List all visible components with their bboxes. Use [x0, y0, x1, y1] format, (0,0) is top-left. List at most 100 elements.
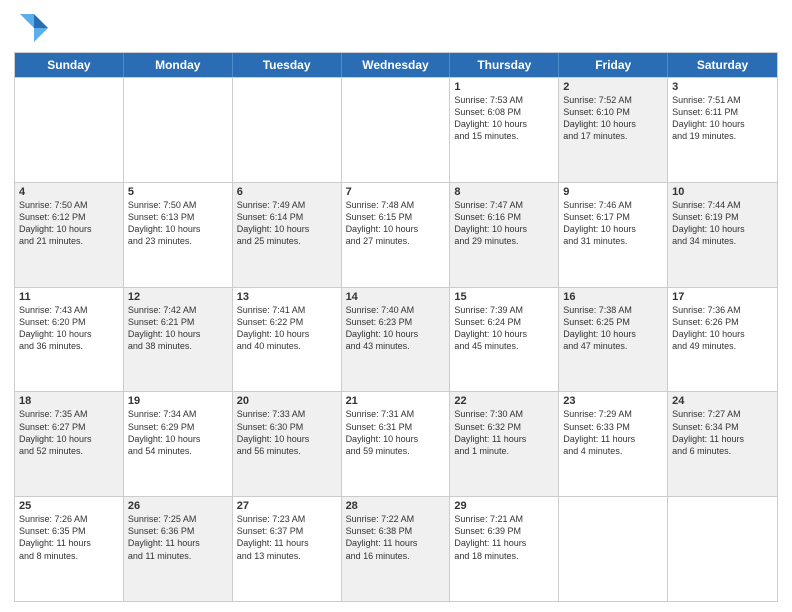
cell-text: Sunrise: 7:49 AM Sunset: 6:14 PM Dayligh…: [237, 199, 337, 248]
calendar-header-day: Saturday: [668, 53, 777, 77]
calendar-cell: [233, 78, 342, 182]
day-number: 14: [346, 291, 446, 303]
calendar-cell: 17Sunrise: 7:36 AM Sunset: 6:26 PM Dayli…: [668, 288, 777, 392]
cell-text: Sunrise: 7:50 AM Sunset: 6:12 PM Dayligh…: [19, 199, 119, 248]
day-number: 21: [346, 395, 446, 407]
cell-text: Sunrise: 7:38 AM Sunset: 6:25 PM Dayligh…: [563, 304, 663, 353]
day-number: 29: [454, 500, 554, 512]
cell-text: Sunrise: 7:29 AM Sunset: 6:33 PM Dayligh…: [563, 408, 663, 457]
calendar-cell: 9Sunrise: 7:46 AM Sunset: 6:17 PM Daylig…: [559, 183, 668, 287]
calendar-cell: [559, 497, 668, 601]
calendar-cell: 16Sunrise: 7:38 AM Sunset: 6:25 PM Dayli…: [559, 288, 668, 392]
day-number: 27: [237, 500, 337, 512]
day-number: 26: [128, 500, 228, 512]
calendar-cell: 1Sunrise: 7:53 AM Sunset: 6:08 PM Daylig…: [450, 78, 559, 182]
calendar-cell: 18Sunrise: 7:35 AM Sunset: 6:27 PM Dayli…: [15, 392, 124, 496]
calendar-cell: 4Sunrise: 7:50 AM Sunset: 6:12 PM Daylig…: [15, 183, 124, 287]
calendar-header-day: Wednesday: [342, 53, 451, 77]
calendar-cell: 25Sunrise: 7:26 AM Sunset: 6:35 PM Dayli…: [15, 497, 124, 601]
cell-text: Sunrise: 7:46 AM Sunset: 6:17 PM Dayligh…: [563, 199, 663, 248]
calendar-row: 11Sunrise: 7:43 AM Sunset: 6:20 PM Dayli…: [15, 287, 777, 392]
cell-text: Sunrise: 7:44 AM Sunset: 6:19 PM Dayligh…: [672, 199, 773, 248]
logo: [14, 10, 54, 46]
calendar-cell: 7Sunrise: 7:48 AM Sunset: 6:15 PM Daylig…: [342, 183, 451, 287]
day-number: 7: [346, 186, 446, 198]
cell-text: Sunrise: 7:39 AM Sunset: 6:24 PM Dayligh…: [454, 304, 554, 353]
day-number: 1: [454, 81, 554, 93]
day-number: 23: [563, 395, 663, 407]
calendar-header-day: Friday: [559, 53, 668, 77]
calendar-cell: 28Sunrise: 7:22 AM Sunset: 6:38 PM Dayli…: [342, 497, 451, 601]
cell-text: Sunrise: 7:43 AM Sunset: 6:20 PM Dayligh…: [19, 304, 119, 353]
calendar-row: 1Sunrise: 7:53 AM Sunset: 6:08 PM Daylig…: [15, 77, 777, 182]
cell-text: Sunrise: 7:51 AM Sunset: 6:11 PM Dayligh…: [672, 94, 773, 143]
calendar-header-day: Thursday: [450, 53, 559, 77]
calendar-cell: 3Sunrise: 7:51 AM Sunset: 6:11 PM Daylig…: [668, 78, 777, 182]
calendar-cell: 5Sunrise: 7:50 AM Sunset: 6:13 PM Daylig…: [124, 183, 233, 287]
day-number: 2: [563, 81, 663, 93]
cell-text: Sunrise: 7:36 AM Sunset: 6:26 PM Dayligh…: [672, 304, 773, 353]
cell-text: Sunrise: 7:23 AM Sunset: 6:37 PM Dayligh…: [237, 513, 337, 562]
logo-icon: [14, 10, 50, 46]
calendar-header-day: Tuesday: [233, 53, 342, 77]
calendar-cell: [15, 78, 124, 182]
cell-text: Sunrise: 7:27 AM Sunset: 6:34 PM Dayligh…: [672, 408, 773, 457]
calendar-cell: [124, 78, 233, 182]
cell-text: Sunrise: 7:34 AM Sunset: 6:29 PM Dayligh…: [128, 408, 228, 457]
calendar-cell: [668, 497, 777, 601]
calendar-row: 25Sunrise: 7:26 AM Sunset: 6:35 PM Dayli…: [15, 496, 777, 601]
calendar-cell: 10Sunrise: 7:44 AM Sunset: 6:19 PM Dayli…: [668, 183, 777, 287]
cell-text: Sunrise: 7:52 AM Sunset: 6:10 PM Dayligh…: [563, 94, 663, 143]
day-number: 13: [237, 291, 337, 303]
day-number: 25: [19, 500, 119, 512]
day-number: 19: [128, 395, 228, 407]
calendar: SundayMondayTuesdayWednesdayThursdayFrid…: [14, 52, 778, 602]
calendar-header-day: Sunday: [15, 53, 124, 77]
day-number: 28: [346, 500, 446, 512]
calendar-cell: 12Sunrise: 7:42 AM Sunset: 6:21 PM Dayli…: [124, 288, 233, 392]
cell-text: Sunrise: 7:50 AM Sunset: 6:13 PM Dayligh…: [128, 199, 228, 248]
day-number: 11: [19, 291, 119, 303]
calendar-cell: 14Sunrise: 7:40 AM Sunset: 6:23 PM Dayli…: [342, 288, 451, 392]
cell-text: Sunrise: 7:30 AM Sunset: 6:32 PM Dayligh…: [454, 408, 554, 457]
calendar-cell: 8Sunrise: 7:47 AM Sunset: 6:16 PM Daylig…: [450, 183, 559, 287]
cell-text: Sunrise: 7:25 AM Sunset: 6:36 PM Dayligh…: [128, 513, 228, 562]
calendar-body: 1Sunrise: 7:53 AM Sunset: 6:08 PM Daylig…: [15, 77, 777, 601]
calendar-cell: 2Sunrise: 7:52 AM Sunset: 6:10 PM Daylig…: [559, 78, 668, 182]
cell-text: Sunrise: 7:48 AM Sunset: 6:15 PM Dayligh…: [346, 199, 446, 248]
calendar-cell: 27Sunrise: 7:23 AM Sunset: 6:37 PM Dayli…: [233, 497, 342, 601]
calendar-cell: 21Sunrise: 7:31 AM Sunset: 6:31 PM Dayli…: [342, 392, 451, 496]
calendar-cell: 22Sunrise: 7:30 AM Sunset: 6:32 PM Dayli…: [450, 392, 559, 496]
calendar-cell: 13Sunrise: 7:41 AM Sunset: 6:22 PM Dayli…: [233, 288, 342, 392]
calendar-cell: 23Sunrise: 7:29 AM Sunset: 6:33 PM Dayli…: [559, 392, 668, 496]
day-number: 16: [563, 291, 663, 303]
day-number: 24: [672, 395, 773, 407]
calendar-cell: 11Sunrise: 7:43 AM Sunset: 6:20 PM Dayli…: [15, 288, 124, 392]
day-number: 3: [672, 81, 773, 93]
day-number: 10: [672, 186, 773, 198]
cell-text: Sunrise: 7:42 AM Sunset: 6:21 PM Dayligh…: [128, 304, 228, 353]
cell-text: Sunrise: 7:35 AM Sunset: 6:27 PM Dayligh…: [19, 408, 119, 457]
cell-text: Sunrise: 7:41 AM Sunset: 6:22 PM Dayligh…: [237, 304, 337, 353]
day-number: 9: [563, 186, 663, 198]
day-number: 6: [237, 186, 337, 198]
cell-text: Sunrise: 7:40 AM Sunset: 6:23 PM Dayligh…: [346, 304, 446, 353]
header: [14, 10, 778, 46]
page: SundayMondayTuesdayWednesdayThursdayFrid…: [0, 0, 792, 612]
calendar-cell: 19Sunrise: 7:34 AM Sunset: 6:29 PM Dayli…: [124, 392, 233, 496]
cell-text: Sunrise: 7:33 AM Sunset: 6:30 PM Dayligh…: [237, 408, 337, 457]
day-number: 18: [19, 395, 119, 407]
day-number: 4: [19, 186, 119, 198]
day-number: 17: [672, 291, 773, 303]
day-number: 5: [128, 186, 228, 198]
calendar-header: SundayMondayTuesdayWednesdayThursdayFrid…: [15, 53, 777, 77]
calendar-cell: 15Sunrise: 7:39 AM Sunset: 6:24 PM Dayli…: [450, 288, 559, 392]
calendar-row: 18Sunrise: 7:35 AM Sunset: 6:27 PM Dayli…: [15, 391, 777, 496]
calendar-cell: 24Sunrise: 7:27 AM Sunset: 6:34 PM Dayli…: [668, 392, 777, 496]
calendar-cell: 6Sunrise: 7:49 AM Sunset: 6:14 PM Daylig…: [233, 183, 342, 287]
cell-text: Sunrise: 7:22 AM Sunset: 6:38 PM Dayligh…: [346, 513, 446, 562]
calendar-cell: 26Sunrise: 7:25 AM Sunset: 6:36 PM Dayli…: [124, 497, 233, 601]
day-number: 20: [237, 395, 337, 407]
day-number: 12: [128, 291, 228, 303]
calendar-cell: 29Sunrise: 7:21 AM Sunset: 6:39 PM Dayli…: [450, 497, 559, 601]
